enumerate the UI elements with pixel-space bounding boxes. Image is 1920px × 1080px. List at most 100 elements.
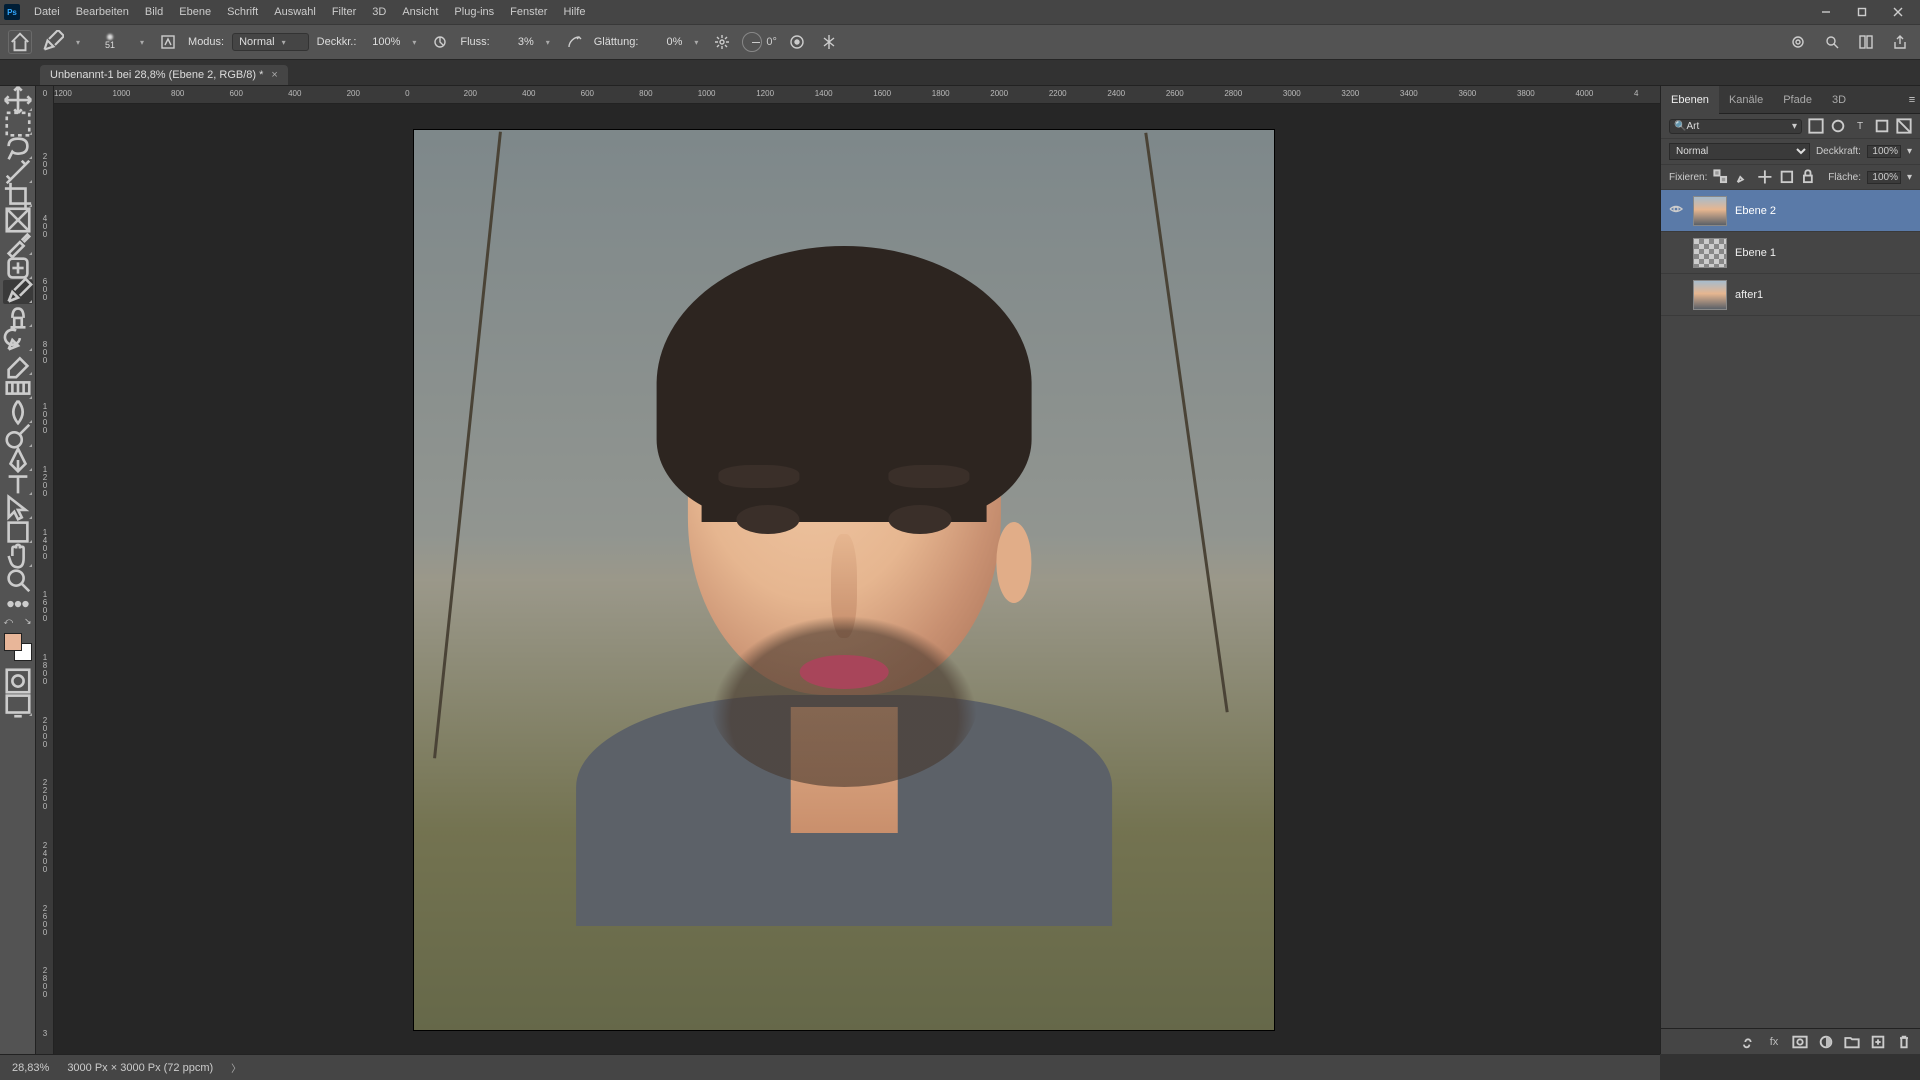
airbrush-button[interactable] xyxy=(562,30,586,54)
filter-smart-icon[interactable] xyxy=(1896,118,1912,134)
filter-type-icon[interactable]: T xyxy=(1852,118,1868,134)
layers-panel: Ebenen Kanäle Pfade 3D ≡ 🔍 ▾ T Normal De… xyxy=(1660,86,1920,1054)
layer-opacity-value[interactable]: 100% xyxy=(1867,145,1901,158)
workspace-switcher-icon[interactable] xyxy=(1854,30,1878,54)
brush-angle-control[interactable]: 0° xyxy=(742,32,777,52)
share-icon[interactable] xyxy=(1888,30,1912,54)
window-minimize-button[interactable] xyxy=(1808,0,1844,24)
chevron-down-icon[interactable]: ▾ xyxy=(1907,146,1912,157)
chevron-down-icon[interactable]: ▾ xyxy=(1907,172,1912,183)
layer-mask-icon[interactable] xyxy=(1792,1034,1808,1050)
lock-transparent-icon[interactable] xyxy=(1713,169,1729,185)
delete-layer-icon[interactable] xyxy=(1896,1034,1912,1050)
document-tab[interactable]: Unbenannt-1 bei 28,8% (Ebene 2, RGB/8) *… xyxy=(40,65,288,85)
cloud-docs-icon[interactable] xyxy=(1786,30,1810,54)
angle-dial-icon[interactable] xyxy=(742,32,762,52)
home-button[interactable] xyxy=(8,30,32,54)
menu-window[interactable]: Fenster xyxy=(502,0,555,24)
flow-chevron-icon[interactable]: ▾ xyxy=(542,38,554,47)
chevron-down-icon[interactable]: ▾ xyxy=(1792,121,1797,132)
symmetry-button[interactable] xyxy=(817,30,841,54)
vertical-ruler[interactable]: 0200400600800100012001400160018002000220… xyxy=(36,86,54,1054)
layer-visibility-icon[interactable] xyxy=(1667,202,1685,219)
menu-help[interactable]: Hilfe xyxy=(555,0,593,24)
opacity-input[interactable] xyxy=(364,36,400,48)
smoothing-options-button[interactable] xyxy=(710,30,734,54)
menu-bar: Ps Datei Bearbeiten Bild Ebene Schrift A… xyxy=(0,0,1920,24)
filter-pixel-icon[interactable] xyxy=(1808,118,1824,134)
horizontal-ruler[interactable]: 1200100080060040020002004006008001000120… xyxy=(54,86,1660,104)
fill-label: Fläche: xyxy=(1828,172,1861,183)
menu-view[interactable]: Ansicht xyxy=(394,0,446,24)
layer-blend-mode-select[interactable]: Normal xyxy=(1669,143,1810,160)
menu-layer[interactable]: Ebene xyxy=(171,0,219,24)
lock-all-icon[interactable] xyxy=(1800,169,1816,185)
layer-thumbnail[interactable] xyxy=(1693,238,1727,268)
tab-layers[interactable]: Ebenen xyxy=(1661,86,1719,114)
options-bar: ▾ 51 ▾ Modus: Normal ▾ Deckkr.: ▾ Fluss:… xyxy=(0,24,1920,60)
link-layers-icon[interactable] xyxy=(1740,1034,1756,1050)
group-layers-icon[interactable] xyxy=(1844,1034,1860,1050)
smoothing-chevron-icon[interactable]: ▾ xyxy=(690,38,702,47)
tab-paths[interactable]: Pfade xyxy=(1773,86,1822,114)
layer-row[interactable]: Ebene 2 xyxy=(1661,190,1920,232)
filter-shape-icon[interactable] xyxy=(1874,118,1890,134)
panel-menu-icon[interactable]: ≡ xyxy=(1904,92,1920,108)
brush-chevron-icon[interactable]: ▾ xyxy=(136,38,148,47)
menu-type[interactable]: Schrift xyxy=(219,0,266,24)
angle-value: 0° xyxy=(766,36,777,48)
layer-search[interactable]: 🔍 ▾ xyxy=(1669,119,1802,134)
layer-row[interactable]: after1 xyxy=(1661,274,1920,316)
color-swatches[interactable] xyxy=(4,633,32,661)
menu-file[interactable]: Datei xyxy=(26,0,68,24)
menu-3d[interactable]: 3D xyxy=(364,0,394,24)
document-info[interactable]: 3000 Px × 3000 Px (72 ppcm) xyxy=(67,1062,213,1074)
tab-channels[interactable]: Kanäle xyxy=(1719,86,1773,114)
lock-pixels-icon[interactable] xyxy=(1735,169,1751,185)
foreground-color-swatch[interactable] xyxy=(4,633,22,651)
brush-panel-toggle-button[interactable] xyxy=(156,30,180,54)
menu-filter[interactable]: Filter xyxy=(324,0,364,24)
layer-name[interactable]: Ebene 1 xyxy=(1735,247,1776,259)
lock-position-icon[interactable] xyxy=(1757,169,1773,185)
blend-mode-select[interactable]: Normal ▾ xyxy=(232,33,309,51)
opacity-chevron-icon[interactable]: ▾ xyxy=(408,38,420,47)
tab-3d[interactable]: 3D xyxy=(1822,86,1856,114)
brush-preset-picker[interactable]: 51 xyxy=(92,28,128,56)
pressure-size-button[interactable] xyxy=(785,30,809,54)
layer-row[interactable]: Ebene 1 xyxy=(1661,232,1920,274)
layer-name[interactable]: after1 xyxy=(1735,289,1763,301)
current-tool-icon[interactable] xyxy=(40,30,64,54)
window-close-button[interactable] xyxy=(1880,0,1916,24)
adjustment-layer-icon[interactable] xyxy=(1818,1034,1834,1050)
layer-name[interactable]: Ebene 2 xyxy=(1735,205,1776,217)
lock-label: Fixieren: xyxy=(1669,172,1707,183)
canvas-area[interactable]: 1200100080060040020002004006008001000120… xyxy=(54,86,1660,1054)
status-chevron-icon[interactable]: 〉 xyxy=(231,1060,241,1075)
zoom-level[interactable]: 28,83% xyxy=(12,1062,49,1074)
pressure-opacity-button[interactable] xyxy=(428,30,452,54)
flow-label: Fluss: xyxy=(460,36,489,48)
window-maximize-button[interactable] xyxy=(1844,0,1880,24)
new-layer-icon[interactable] xyxy=(1870,1034,1886,1050)
canvas-image[interactable] xyxy=(414,130,1274,1030)
close-tab-icon[interactable]: × xyxy=(271,69,277,81)
flow-input[interactable] xyxy=(498,36,534,48)
layer-thumbnail[interactable] xyxy=(1693,280,1727,310)
edit-toolbar-button[interactable] xyxy=(3,592,33,616)
menu-select[interactable]: Auswahl xyxy=(266,0,324,24)
filter-adjust-icon[interactable] xyxy=(1830,118,1846,134)
fill-value[interactable]: 100% xyxy=(1867,171,1901,184)
search-icon[interactable] xyxy=(1820,30,1844,54)
smoothing-input[interactable] xyxy=(646,36,682,48)
tool-preset-chevron-icon[interactable]: ▾ xyxy=(72,38,84,47)
layer-style-icon[interactable]: fx xyxy=(1766,1034,1782,1050)
smoothing-label: Glättung: xyxy=(594,36,639,48)
layer-search-input[interactable] xyxy=(1686,121,1792,132)
menu-edit[interactable]: Bearbeiten xyxy=(68,0,137,24)
screen-mode-button[interactable] xyxy=(3,693,33,717)
layer-thumbnail[interactable] xyxy=(1693,196,1727,226)
menu-plugins[interactable]: Plug-ins xyxy=(446,0,502,24)
lock-artboard-icon[interactable] xyxy=(1779,169,1795,185)
menu-image[interactable]: Bild xyxy=(137,0,171,24)
